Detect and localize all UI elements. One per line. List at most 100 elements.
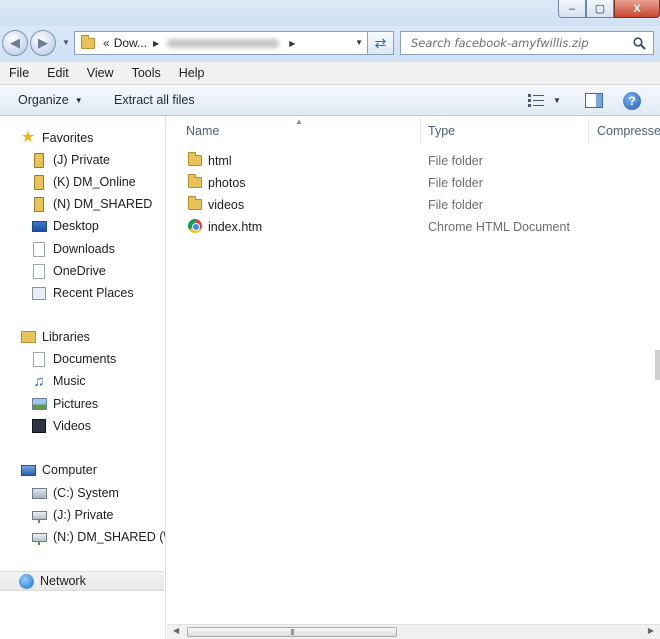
column-header-compressed-size[interactable]: Compresse bbox=[597, 124, 660, 138]
forward-arrow-icon: ▶ bbox=[38, 35, 48, 50]
file-type: Chrome HTML Document bbox=[428, 220, 570, 234]
breadcrumb-downloads[interactable]: Dow... bbox=[114, 36, 147, 50]
scroll-left-icon[interactable]: ◀ bbox=[173, 626, 179, 635]
document-icon bbox=[31, 351, 47, 367]
nav-item-label: Recent Places bbox=[53, 286, 134, 300]
folder-icon bbox=[187, 151, 203, 167]
search-icon[interactable] bbox=[633, 37, 646, 50]
drive-folder-icon bbox=[31, 152, 47, 168]
help-icon[interactable]: ? bbox=[623, 92, 641, 110]
breadcrumb-separator-icon[interactable]: ▶ bbox=[289, 39, 295, 48]
nav-libraries-label: Libraries bbox=[42, 330, 90, 344]
file-row-index-htm[interactable]: index.htm Chrome HTML Document bbox=[167, 216, 660, 238]
column-header-type[interactable]: Type bbox=[428, 124, 455, 138]
nav-favorites[interactable]: ★ Favorites bbox=[20, 128, 94, 148]
menu-view[interactable]: View bbox=[78, 66, 123, 80]
address-dropdown-icon[interactable]: ▼ bbox=[355, 38, 363, 47]
menu-tools[interactable]: Tools bbox=[123, 66, 170, 80]
document-icon bbox=[31, 263, 47, 279]
network-drive-icon bbox=[31, 529, 47, 545]
nav-item-j-private[interactable]: (J) Private bbox=[31, 150, 110, 170]
folder-icon bbox=[187, 195, 203, 211]
scrollbar-grip: III bbox=[290, 627, 295, 637]
scroll-right-icon[interactable]: ▶ bbox=[648, 626, 654, 635]
column-divider[interactable] bbox=[588, 118, 589, 144]
address-bar[interactable]: « Dow... ▶ ▶ ▼ bbox=[74, 31, 368, 55]
scrollbar-thumb[interactable]: III bbox=[187, 627, 397, 637]
nav-item-label: (C:) System bbox=[53, 486, 119, 500]
column-header-name[interactable]: Name bbox=[186, 124, 219, 138]
file-row-videos[interactable]: videos File folder bbox=[167, 194, 660, 216]
nav-item-j-private-drive[interactable]: (J:) Private bbox=[31, 505, 113, 525]
desktop-icon bbox=[31, 218, 47, 234]
nav-item-label: (J:) Private bbox=[53, 508, 114, 522]
nav-item-label: Downloads bbox=[53, 242, 115, 256]
folder-icon bbox=[81, 34, 95, 49]
recent-pages-dropdown-icon[interactable]: ▼ bbox=[62, 38, 70, 47]
nav-item-onedrive[interactable]: OneDrive bbox=[31, 261, 106, 281]
organize-label: Organize bbox=[18, 93, 69, 107]
navigation-pane: ★ Favorites (J) Private (K) DM_Online (N… bbox=[0, 116, 166, 639]
sort-ascending-icon: ▲ bbox=[295, 117, 303, 126]
view-options-dropdown-icon[interactable]: ▼ bbox=[553, 96, 561, 105]
nav-item-label: Documents bbox=[53, 352, 117, 366]
nav-item-videos[interactable]: Videos bbox=[31, 416, 91, 436]
file-name: videos bbox=[208, 198, 245, 212]
breadcrumb-blurred-folder[interactable] bbox=[167, 38, 280, 48]
file-name: index.htm bbox=[208, 220, 263, 234]
menu-bar: File Edit View Tools Help bbox=[0, 62, 660, 85]
nav-item-label: Desktop bbox=[53, 219, 99, 233]
nav-item-c-system[interactable]: (C:) System bbox=[31, 483, 119, 503]
column-divider[interactable] bbox=[420, 118, 421, 144]
network-icon bbox=[18, 573, 34, 589]
menu-edit[interactable]: Edit bbox=[38, 66, 78, 80]
close-button[interactable]: X bbox=[614, 0, 660, 18]
nav-network[interactable]: Network bbox=[0, 571, 164, 591]
recent-places-icon bbox=[31, 285, 47, 301]
change-view-icon[interactable] bbox=[528, 94, 544, 107]
search-input[interactable] bbox=[409, 35, 629, 51]
computer-icon bbox=[20, 462, 36, 478]
forward-button[interactable]: ▶ bbox=[30, 30, 56, 56]
nav-libraries[interactable]: Libraries bbox=[20, 327, 90, 347]
address-overflow-chevron[interactable]: « bbox=[103, 36, 110, 50]
file-row-html[interactable]: html File folder bbox=[167, 150, 660, 172]
menu-help[interactable]: Help bbox=[170, 66, 214, 80]
drive-folder-icon bbox=[31, 174, 47, 190]
extract-all-files-button[interactable]: Extract all files bbox=[114, 93, 195, 107]
command-bar: Organize ▼ Extract all files ▼ ? bbox=[0, 85, 660, 116]
maximize-button[interactable]: ▢ bbox=[586, 0, 614, 18]
refresh-button[interactable]: ⇄ bbox=[368, 31, 394, 55]
horizontal-scrollbar[interactable]: ◀ III ▶ bbox=[167, 624, 660, 639]
nav-computer[interactable]: Computer bbox=[20, 460, 97, 480]
nav-favorites-label: Favorites bbox=[42, 131, 94, 145]
nav-item-downloads[interactable]: Downloads bbox=[31, 239, 115, 259]
chevron-down-icon: ▼ bbox=[74, 96, 83, 105]
nav-item-label: (J) Private bbox=[53, 153, 110, 167]
nav-item-label: Pictures bbox=[53, 397, 99, 411]
refresh-icon: ⇄ bbox=[374, 34, 387, 51]
nav-computer-label: Computer bbox=[42, 463, 97, 477]
nav-item-desktop[interactable]: Desktop bbox=[31, 216, 99, 236]
nav-item-n-dm-shared[interactable]: (N) DM_SHARED bbox=[31, 194, 152, 214]
nav-item-recent-places[interactable]: Recent Places bbox=[31, 283, 134, 303]
search-box[interactable] bbox=[400, 31, 654, 55]
drive-folder-icon bbox=[31, 196, 47, 212]
nav-item-documents[interactable]: Documents bbox=[31, 349, 116, 369]
preview-pane-icon[interactable] bbox=[585, 93, 603, 108]
nav-item-n-dm-shared-drive[interactable]: (N:) DM_SHARED (\\ bbox=[31, 527, 165, 547]
nav-item-k-dm-online[interactable]: (K) DM_Online bbox=[31, 172, 136, 192]
minimize-button[interactable]: – bbox=[558, 0, 586, 18]
breadcrumb-separator-icon[interactable]: ▶ bbox=[153, 39, 159, 48]
nav-item-music[interactable]: ♫ Music bbox=[31, 371, 85, 391]
organize-button[interactable]: Organize ▼ bbox=[18, 93, 83, 107]
nav-item-pictures[interactable]: Pictures bbox=[31, 394, 98, 414]
menu-file[interactable]: File bbox=[0, 66, 38, 80]
file-name: html bbox=[208, 154, 232, 168]
folder-icon bbox=[187, 173, 203, 189]
nav-item-label: (K) DM_Online bbox=[53, 175, 136, 189]
nav-item-label: OneDrive bbox=[53, 264, 106, 278]
back-button[interactable]: ◀ bbox=[2, 30, 28, 56]
star-icon: ★ bbox=[20, 129, 36, 146]
file-row-photos[interactable]: photos File folder bbox=[167, 172, 660, 194]
